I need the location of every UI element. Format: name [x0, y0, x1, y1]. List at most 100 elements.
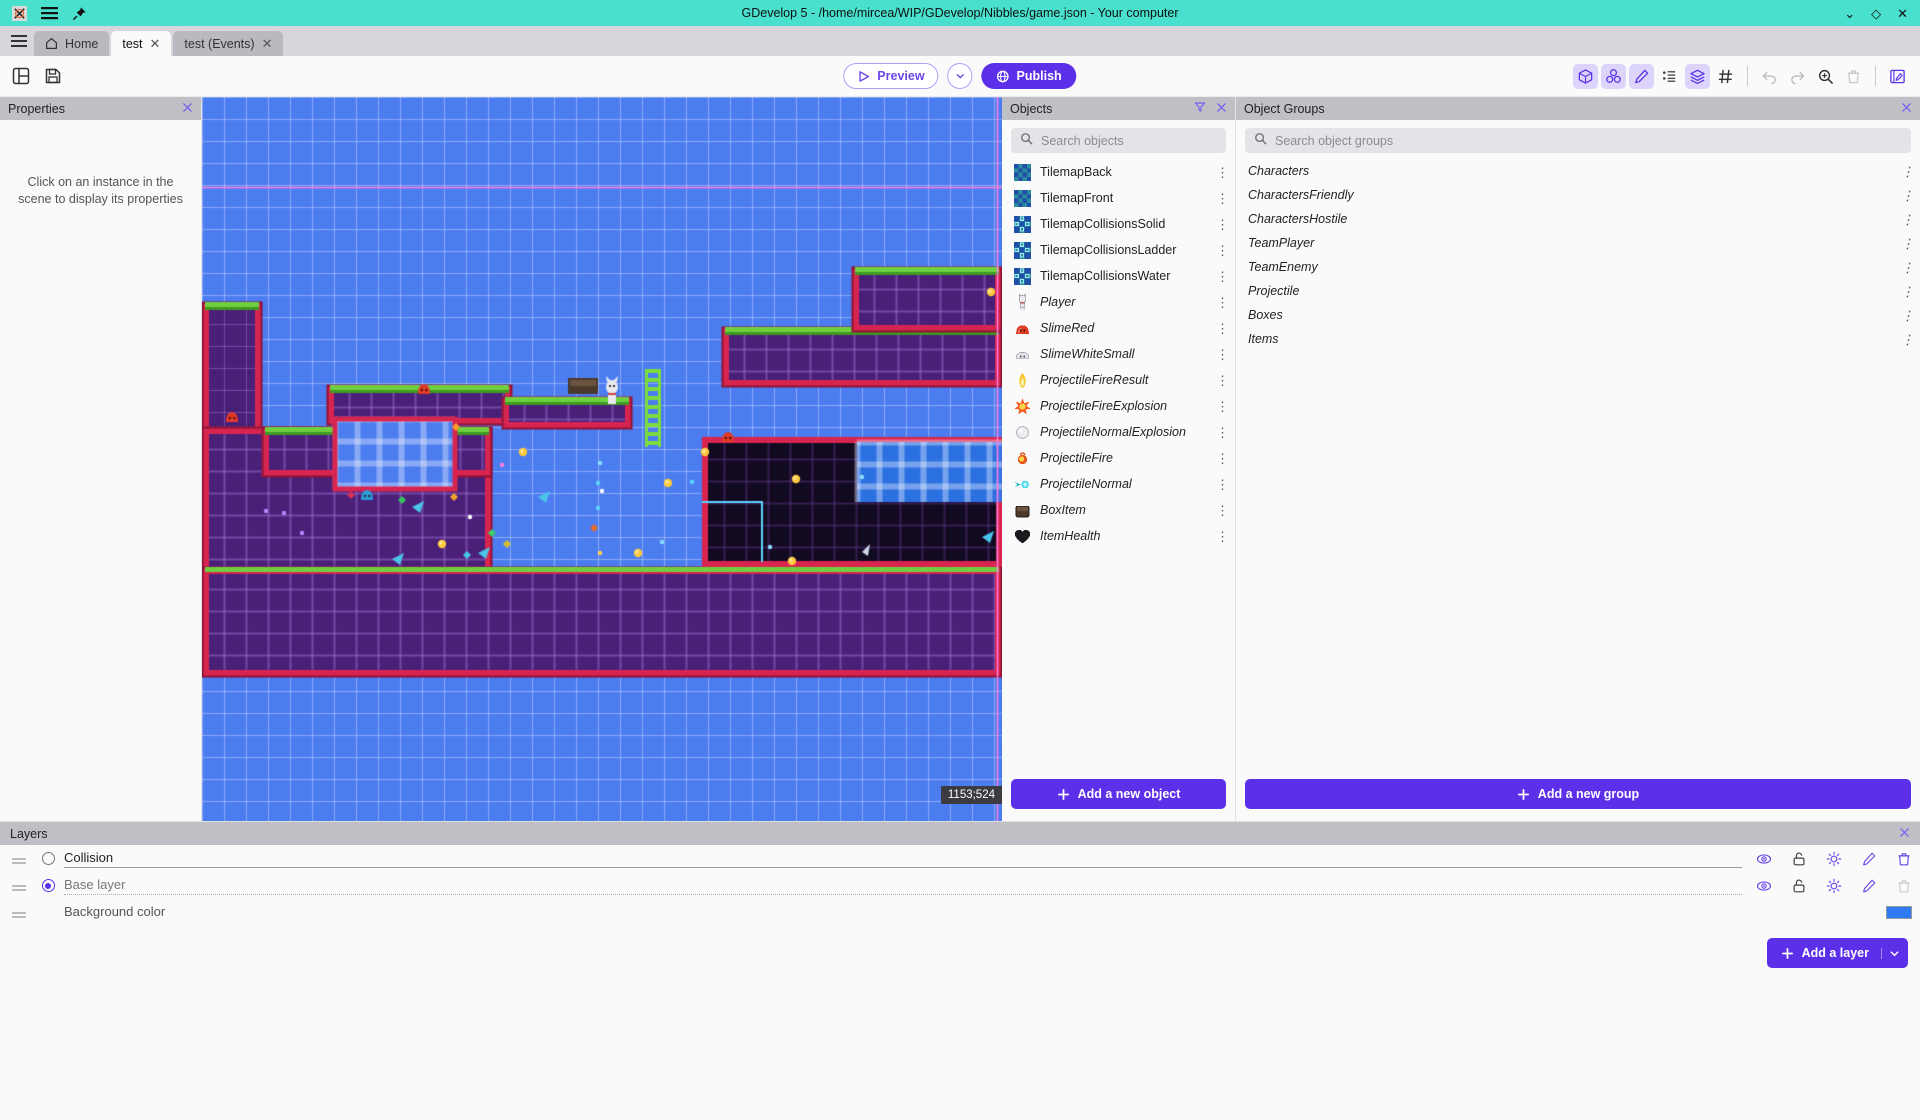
hamburger-icon[interactable]	[40, 4, 58, 22]
kebab-menu-icon[interactable]: ⋮	[1216, 426, 1229, 439]
close-icon[interactable]	[182, 102, 193, 116]
layers-icon[interactable]	[1685, 63, 1710, 89]
objects-search[interactable]	[1011, 128, 1226, 153]
close-icon[interactable]	[1901, 102, 1912, 116]
unlock-icon[interactable]	[1791, 878, 1807, 894]
pencil-icon[interactable]	[1861, 878, 1877, 894]
kebab-menu-icon[interactable]: ⋮	[1901, 237, 1914, 250]
group-list-item[interactable]: TeamEnemy ⋮	[1236, 255, 1920, 279]
kebab-menu-icon[interactable]: ⋮	[1901, 261, 1914, 274]
object-list-item[interactable]: TilemapCollisionsWater ⋮	[1002, 263, 1235, 289]
kebab-menu-icon[interactable]: ⋮	[1216, 322, 1229, 335]
x-logo-icon[interactable]	[10, 4, 28, 22]
publish-button[interactable]: Publish	[981, 63, 1077, 89]
tab-close-icon[interactable]: ✕	[262, 37, 273, 50]
search-objects-input[interactable]	[1041, 133, 1217, 148]
pencil-edit-icon[interactable]	[1629, 63, 1654, 89]
drag-handle[interactable]	[6, 884, 32, 887]
kebab-menu-icon[interactable]: ⋮	[1216, 504, 1229, 517]
object-list-item[interactable]: TilemapBack ⋮	[1002, 159, 1235, 185]
instances-list-icon[interactable]	[1657, 64, 1682, 89]
kebab-menu-icon[interactable]: ⋮	[1216, 374, 1229, 387]
close-icon[interactable]	[1899, 827, 1910, 841]
panels-layout-icon[interactable]	[10, 65, 32, 87]
object-list-item[interactable]: ProjectileFire ⋮	[1002, 445, 1235, 471]
kebab-menu-icon[interactable]: ⋮	[1216, 244, 1229, 257]
group-list-item[interactable]: Characters ⋮	[1236, 159, 1920, 183]
kebab-menu-icon[interactable]: ⋮	[1216, 452, 1229, 465]
grid-icon[interactable]	[1713, 64, 1738, 89]
close-button[interactable]: ✕	[1897, 7, 1908, 20]
kebab-menu-icon[interactable]: ⋮	[1216, 166, 1229, 179]
tab-test-events[interactable]: test (Events) ✕	[173, 31, 284, 56]
kebab-menu-icon[interactable]: ⋮	[1901, 309, 1914, 322]
group-list-item[interactable]: TeamPlayer ⋮	[1236, 231, 1920, 255]
object-list-item[interactable]: TilemapCollisionsLadder ⋮	[1002, 237, 1235, 263]
scene-editor-canvas[interactable]: 1153;524	[202, 97, 1002, 821]
trash-icon[interactable]	[1841, 64, 1866, 89]
object-list-item[interactable]: ProjectileFireExplosion ⋮	[1002, 393, 1235, 419]
main-menu-icon[interactable]	[6, 26, 32, 56]
kebab-menu-icon[interactable]: ⋮	[1901, 333, 1914, 346]
close-icon[interactable]	[1216, 102, 1227, 116]
object-list-item[interactable]: TilemapFront ⋮	[1002, 185, 1235, 211]
maximize-button[interactable]: ◇	[1871, 7, 1881, 20]
undo-icon[interactable]	[1757, 64, 1782, 89]
layer-name[interactable]: Base layer	[64, 877, 1742, 895]
brightness-icon[interactable]	[1826, 851, 1842, 867]
object-list-item[interactable]: ProjectileFireResult ⋮	[1002, 367, 1235, 393]
group-list-item[interactable]: Projectile ⋮	[1236, 279, 1920, 303]
group-list-item[interactable]: Items ⋮	[1236, 327, 1920, 351]
preview-options-button[interactable]	[947, 63, 973, 89]
group-list-item[interactable]: CharactersFriendly ⋮	[1236, 183, 1920, 207]
kebab-menu-icon[interactable]: ⋮	[1216, 296, 1229, 309]
layer-row[interactable]: Base layer	[0, 872, 1920, 899]
preview-button[interactable]: Preview	[843, 63, 939, 89]
filter-icon[interactable]	[1194, 101, 1206, 116]
kebab-menu-icon[interactable]: ⋮	[1901, 213, 1914, 226]
layer-name[interactable]: Collision	[64, 850, 1742, 868]
layer-select-radio[interactable]	[32, 879, 64, 892]
kebab-menu-icon[interactable]: ⋮	[1901, 165, 1914, 178]
unlock-icon[interactable]	[1791, 851, 1807, 867]
kebab-menu-icon[interactable]: ⋮	[1216, 218, 1229, 231]
kebab-menu-icon[interactable]: ⋮	[1216, 400, 1229, 413]
redo-icon[interactable]	[1785, 64, 1810, 89]
kebab-menu-icon[interactable]: ⋮	[1216, 192, 1229, 205]
zoom-icon[interactable]	[1813, 64, 1838, 89]
open-editor-icon[interactable]	[1885, 64, 1910, 89]
object-list-item[interactable]: TilemapCollisionsSolid ⋮	[1002, 211, 1235, 237]
minimize-button[interactable]: ⌄	[1844, 7, 1855, 20]
pin-icon[interactable]	[70, 4, 88, 22]
layer-select-radio[interactable]	[32, 852, 64, 865]
chevron-down-icon[interactable]	[1881, 947, 1900, 959]
drag-handle[interactable]	[6, 857, 32, 860]
add-new-object-button[interactable]: Add a new object	[1011, 779, 1226, 809]
tab-test[interactable]: test ✕	[111, 31, 172, 56]
object-list-item[interactable]: SlimeRed ⋮	[1002, 315, 1235, 341]
object-list-item[interactable]: Player ⋮	[1002, 289, 1235, 315]
background-color-swatch[interactable]	[1886, 906, 1912, 919]
eye-icon[interactable]	[1756, 878, 1772, 894]
objects-stack-icon[interactable]	[1601, 63, 1626, 89]
object-list-item[interactable]: ItemHealth ⋮	[1002, 523, 1235, 549]
eye-icon[interactable]	[1756, 851, 1772, 867]
drag-handle[interactable]	[6, 911, 32, 914]
kebab-menu-icon[interactable]: ⋮	[1216, 270, 1229, 283]
add-layer-button[interactable]: Add a layer	[1766, 938, 1908, 968]
kebab-menu-icon[interactable]: ⋮	[1216, 348, 1229, 361]
object-list-item[interactable]: ProjectileNormalExplosion ⋮	[1002, 419, 1235, 445]
layer-row[interactable]: Collision	[0, 845, 1920, 872]
cube-3d-icon[interactable]	[1573, 63, 1598, 89]
kebab-menu-icon[interactable]: ⋮	[1216, 478, 1229, 491]
tab-close-icon[interactable]: ✕	[150, 37, 161, 50]
kebab-menu-icon[interactable]: ⋮	[1216, 530, 1229, 543]
object-list-item[interactable]: BoxItem ⋮	[1002, 497, 1235, 523]
kebab-menu-icon[interactable]: ⋮	[1901, 285, 1914, 298]
group-list-item[interactable]: Boxes ⋮	[1236, 303, 1920, 327]
search-groups-input[interactable]	[1275, 133, 1902, 148]
pencil-icon[interactable]	[1861, 851, 1877, 867]
object-list-item[interactable]: ProjectileNormal ⋮	[1002, 471, 1235, 497]
add-new-group-button[interactable]: Add a new group	[1245, 779, 1911, 809]
object-list-item[interactable]: SlimeWhiteSmall ⋮	[1002, 341, 1235, 367]
